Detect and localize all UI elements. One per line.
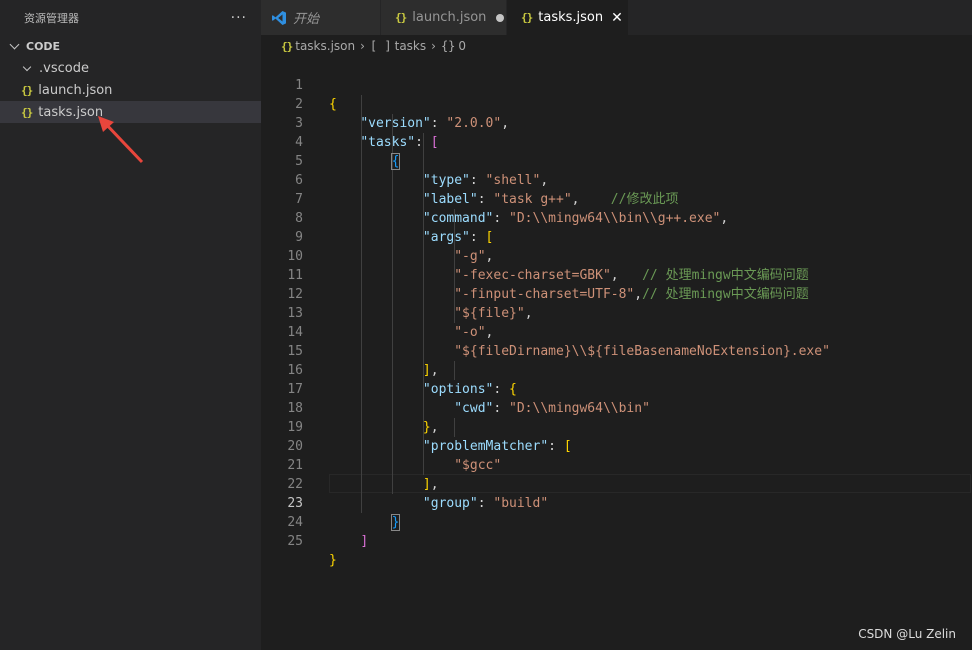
tab-label: tasks.json (538, 10, 604, 25)
code-line: 25 } (261, 513, 972, 568)
breadcrumb-label: 0 (458, 39, 467, 53)
unsaved-dot-icon[interactable] (496, 13, 505, 22)
tab-tasks-json[interactable]: {} tasks.json ✕ (507, 0, 629, 35)
code-line: 12 "${file}", (261, 266, 972, 321)
breadcrumb-label: tasks.json (295, 39, 356, 53)
code-line: 14 "${fileDirname}\\${fileBasenameNoExte… (261, 304, 972, 359)
breadcrumb: {} tasks.json › [ ] tasks › {} 0 (261, 35, 972, 57)
code-line: 15 ], (261, 323, 972, 378)
code-line: 17 "cwd": "D:\\mingw64\\bin" (261, 361, 972, 416)
code-line: 19 "problemMatcher": [ (261, 399, 972, 454)
code-line: 16 "options": { (261, 342, 972, 397)
tab-launch-json[interactable]: {} launch.json (381, 0, 507, 35)
tab-label: launch.json (412, 10, 487, 25)
tab-label: 开始 (293, 12, 320, 27)
chevron-down-icon (22, 62, 32, 71)
code-line: 7 "command": "D:\\mingw64\\bin\\g++.exe"… (261, 171, 972, 226)
tree-item-launch-json[interactable]: {} launch.json (0, 79, 261, 101)
explorer-header: 资源管理器 ··· (0, 0, 261, 35)
json-file-icon: {} (21, 83, 33, 97)
close-icon[interactable]: ✕ (611, 10, 623, 26)
json-file-icon: {} (21, 105, 33, 119)
code-line: 20 "$gcc" (261, 418, 972, 473)
code-line: 24 ] (261, 494, 972, 549)
json-file-icon: {} (521, 11, 533, 24)
workspace-section-header[interactable]: CODE (0, 35, 261, 57)
tree-item-label: .vscode (39, 60, 89, 76)
array-icon: [ ] (369, 39, 392, 53)
chevron-right-icon: › (431, 39, 436, 53)
code-line: 9 "-g", (261, 209, 972, 264)
watermark: CSDN @Lu Zelin (858, 627, 956, 641)
vscode-icon (272, 10, 286, 25)
line-code: } (329, 553, 337, 568)
breadcrumb-label: tasks (394, 39, 427, 53)
chevron-right-icon: › (360, 39, 365, 53)
chevron-down-icon (9, 39, 20, 50)
breadcrumb-tasks[interactable]: [ ] tasks (370, 39, 426, 53)
code-line: 10 "-fexec-charset=GBK", // 处理mingw中文编码问… (261, 228, 972, 283)
json-file-icon: {} (281, 39, 293, 53)
code-line: 21 ], (261, 437, 972, 492)
code-line: 4 { (261, 114, 972, 170)
breadcrumb-file[interactable]: {} tasks.json (281, 39, 355, 53)
line-number: 25 (287, 534, 303, 549)
explorer-sidebar: 资源管理器 ··· CODE .vscode {} launch.json {}… (0, 0, 261, 650)
code-line: 2 "version": "2.0.0", (261, 76, 972, 131)
code-line: 6 "label": "task g++", //修改此项 (261, 152, 972, 207)
json-file-icon: {} (395, 11, 407, 24)
code-line: 13 "-o", (261, 285, 972, 340)
explorer-title: 资源管理器 (24, 11, 79, 25)
workspace-name: CODE (26, 39, 61, 53)
tree-item-vscode-folder[interactable]: .vscode (0, 57, 261, 79)
annotation-arrow-icon (98, 116, 144, 164)
tab-start[interactable]: 开始 (261, 0, 381, 35)
code-line-current: 23 } (261, 475, 972, 531)
editor-tab-bar: 开始 {} launch.json {} tasks.json ✕ (261, 0, 972, 35)
object-icon: {} (440, 39, 456, 53)
code-line: 18 }, (261, 380, 972, 435)
code-line: 5 "type": "shell", (261, 133, 972, 188)
code-line: 1 { (261, 57, 972, 112)
tree-item-label: launch.json (38, 82, 113, 98)
more-actions-icon[interactable]: ··· (231, 10, 247, 26)
code-line: 3 "tasks": [ (261, 95, 972, 150)
line-code: ] (360, 534, 369, 549)
breadcrumb-item-0[interactable]: {} 0 (441, 39, 466, 53)
code-line: 22 "group": "build" (261, 456, 972, 511)
code-editor[interactable]: 1 { 2 "version": "2.0.0", 3 "tasks": [ 4… (261, 57, 972, 650)
code-line: 11 "-finput-charset=UTF-8",// 处理mingw中文编… (261, 247, 972, 302)
code-line: 8 "args": [ (261, 190, 972, 245)
